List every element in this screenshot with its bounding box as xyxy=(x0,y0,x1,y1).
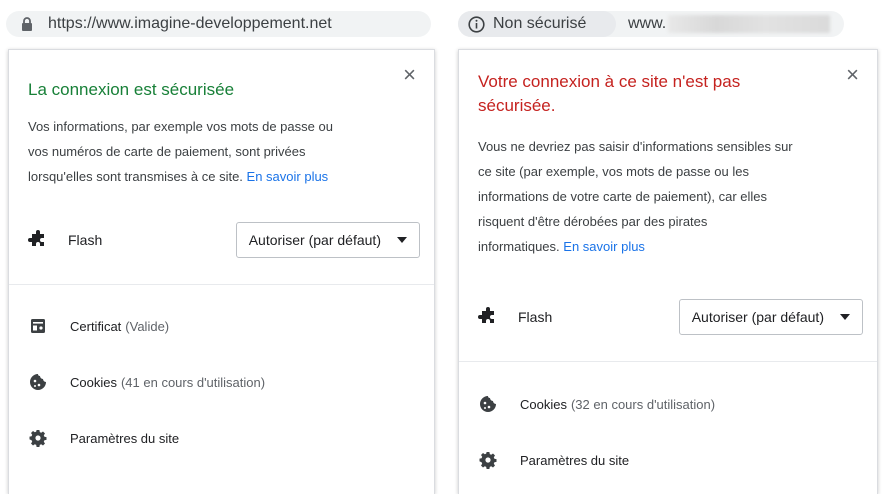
description-line: ce site (par exemple, vos mots de passe … xyxy=(478,164,749,179)
item-label: Certificat xyxy=(70,318,122,334)
item-label: Paramètres du site xyxy=(70,430,180,446)
certificate-icon xyxy=(28,316,48,336)
item-detail: (32 en cours d'utilisation) xyxy=(570,396,716,412)
security-chip[interactable]: Non sécurisé xyxy=(458,11,616,37)
item-label: Cookies xyxy=(520,396,567,412)
item-label: Cookies xyxy=(70,374,117,390)
cookie-icon xyxy=(478,394,498,414)
description-line: vos numéros de carte de paiement, sont p… xyxy=(28,144,306,159)
flash-label: Flash xyxy=(518,309,553,325)
description-line: Vous ne devriez pas saisir d'information… xyxy=(478,139,793,154)
address-bar: Non sécurisé www. xyxy=(452,0,884,46)
blurred-domain xyxy=(668,15,831,33)
close-icon[interactable]: × xyxy=(846,64,859,86)
flash-permission-select[interactable]: Autoriser (par défaut) xyxy=(678,299,863,335)
site-info-popup: × Votre connexion à ce site n'est pas sé… xyxy=(458,49,878,494)
flash-label: Flash xyxy=(68,232,103,248)
site-settings-item[interactable]: Paramètres du site xyxy=(28,422,420,454)
flash-permission-row: Flash Autoriser (par défaut) xyxy=(478,297,863,337)
secure-screenshot: https://www.imagine-developpement.net × … xyxy=(0,0,439,494)
site-settings-item[interactable]: Paramètres du site xyxy=(478,444,863,476)
close-icon[interactable]: × xyxy=(403,64,416,86)
lock-icon[interactable] xyxy=(14,11,40,37)
chevron-down-icon xyxy=(397,237,407,243)
select-value: Autoriser (par défaut) xyxy=(248,232,381,248)
url-text[interactable]: https://www.imagine-developpement.net xyxy=(48,11,332,37)
omnibox[interactable]: https://www.imagine-developpement.net xyxy=(6,11,431,37)
cookie-icon xyxy=(28,372,48,392)
divider xyxy=(9,284,434,285)
title-line: Votre connexion à ce site n'est pas xyxy=(478,72,741,91)
address-bar: https://www.imagine-developpement.net xyxy=(0,0,439,46)
puzzle-icon xyxy=(478,307,498,327)
flash-permission-row: Flash Autoriser (par défaut) xyxy=(28,220,420,260)
learn-more-link[interactable]: En savoir plus xyxy=(563,239,645,254)
item-detail: (Valide) xyxy=(125,318,170,334)
url-prefix: www. xyxy=(628,15,667,32)
select-value: Autoriser (par défaut) xyxy=(691,309,824,325)
popup-description: Vous ne devriez pas saisir d'information… xyxy=(478,134,793,259)
omnibox[interactable]: Non sécurisé www. xyxy=(458,11,844,37)
title-line: sécurisée. xyxy=(478,96,556,115)
site-info-popup: × La connexion est sécurisée Vos informa… xyxy=(8,49,435,494)
gear-icon xyxy=(478,450,498,470)
item-detail: (41 en cours d'utilisation) xyxy=(120,374,266,390)
puzzle-icon xyxy=(28,230,48,250)
gear-icon xyxy=(28,428,48,448)
description-line: risquent d'être dérobées par des pirates xyxy=(478,214,708,229)
popup-title: La connexion est sécurisée xyxy=(28,80,235,99)
chevron-down-icon xyxy=(840,314,850,320)
description-line: informations de votre carte de paiement)… xyxy=(478,189,768,204)
description-line: informatiques. xyxy=(478,239,560,254)
item-label: Paramètres du site xyxy=(520,452,630,468)
info-icon xyxy=(468,15,485,33)
flash-permission-select[interactable]: Autoriser (par défaut) xyxy=(235,222,420,258)
learn-more-link[interactable]: En savoir plus xyxy=(247,169,329,184)
cookies-item[interactable]: Cookies (32 en cours d'utilisation) xyxy=(478,388,863,420)
divider xyxy=(459,361,877,362)
popup-title: Votre connexion à ce site n'est pas sécu… xyxy=(478,70,818,118)
description-line: Vos informations, par exemple vos mots d… xyxy=(28,119,333,134)
chip-label: Non sécurisé xyxy=(493,15,587,32)
certificate-item[interactable]: Certificat (Valide) xyxy=(28,310,420,342)
cookies-item[interactable]: Cookies (41 en cours d'utilisation) xyxy=(28,366,420,398)
url-text[interactable]: www. xyxy=(628,11,831,37)
insecure-screenshot: Non sécurisé www. × Votre connexion à ce… xyxy=(452,0,884,494)
popup-description: Vos informations, par exemple vos mots d… xyxy=(28,114,333,189)
description-line: lorsqu'elles sont transmises à ce site. xyxy=(28,169,243,184)
